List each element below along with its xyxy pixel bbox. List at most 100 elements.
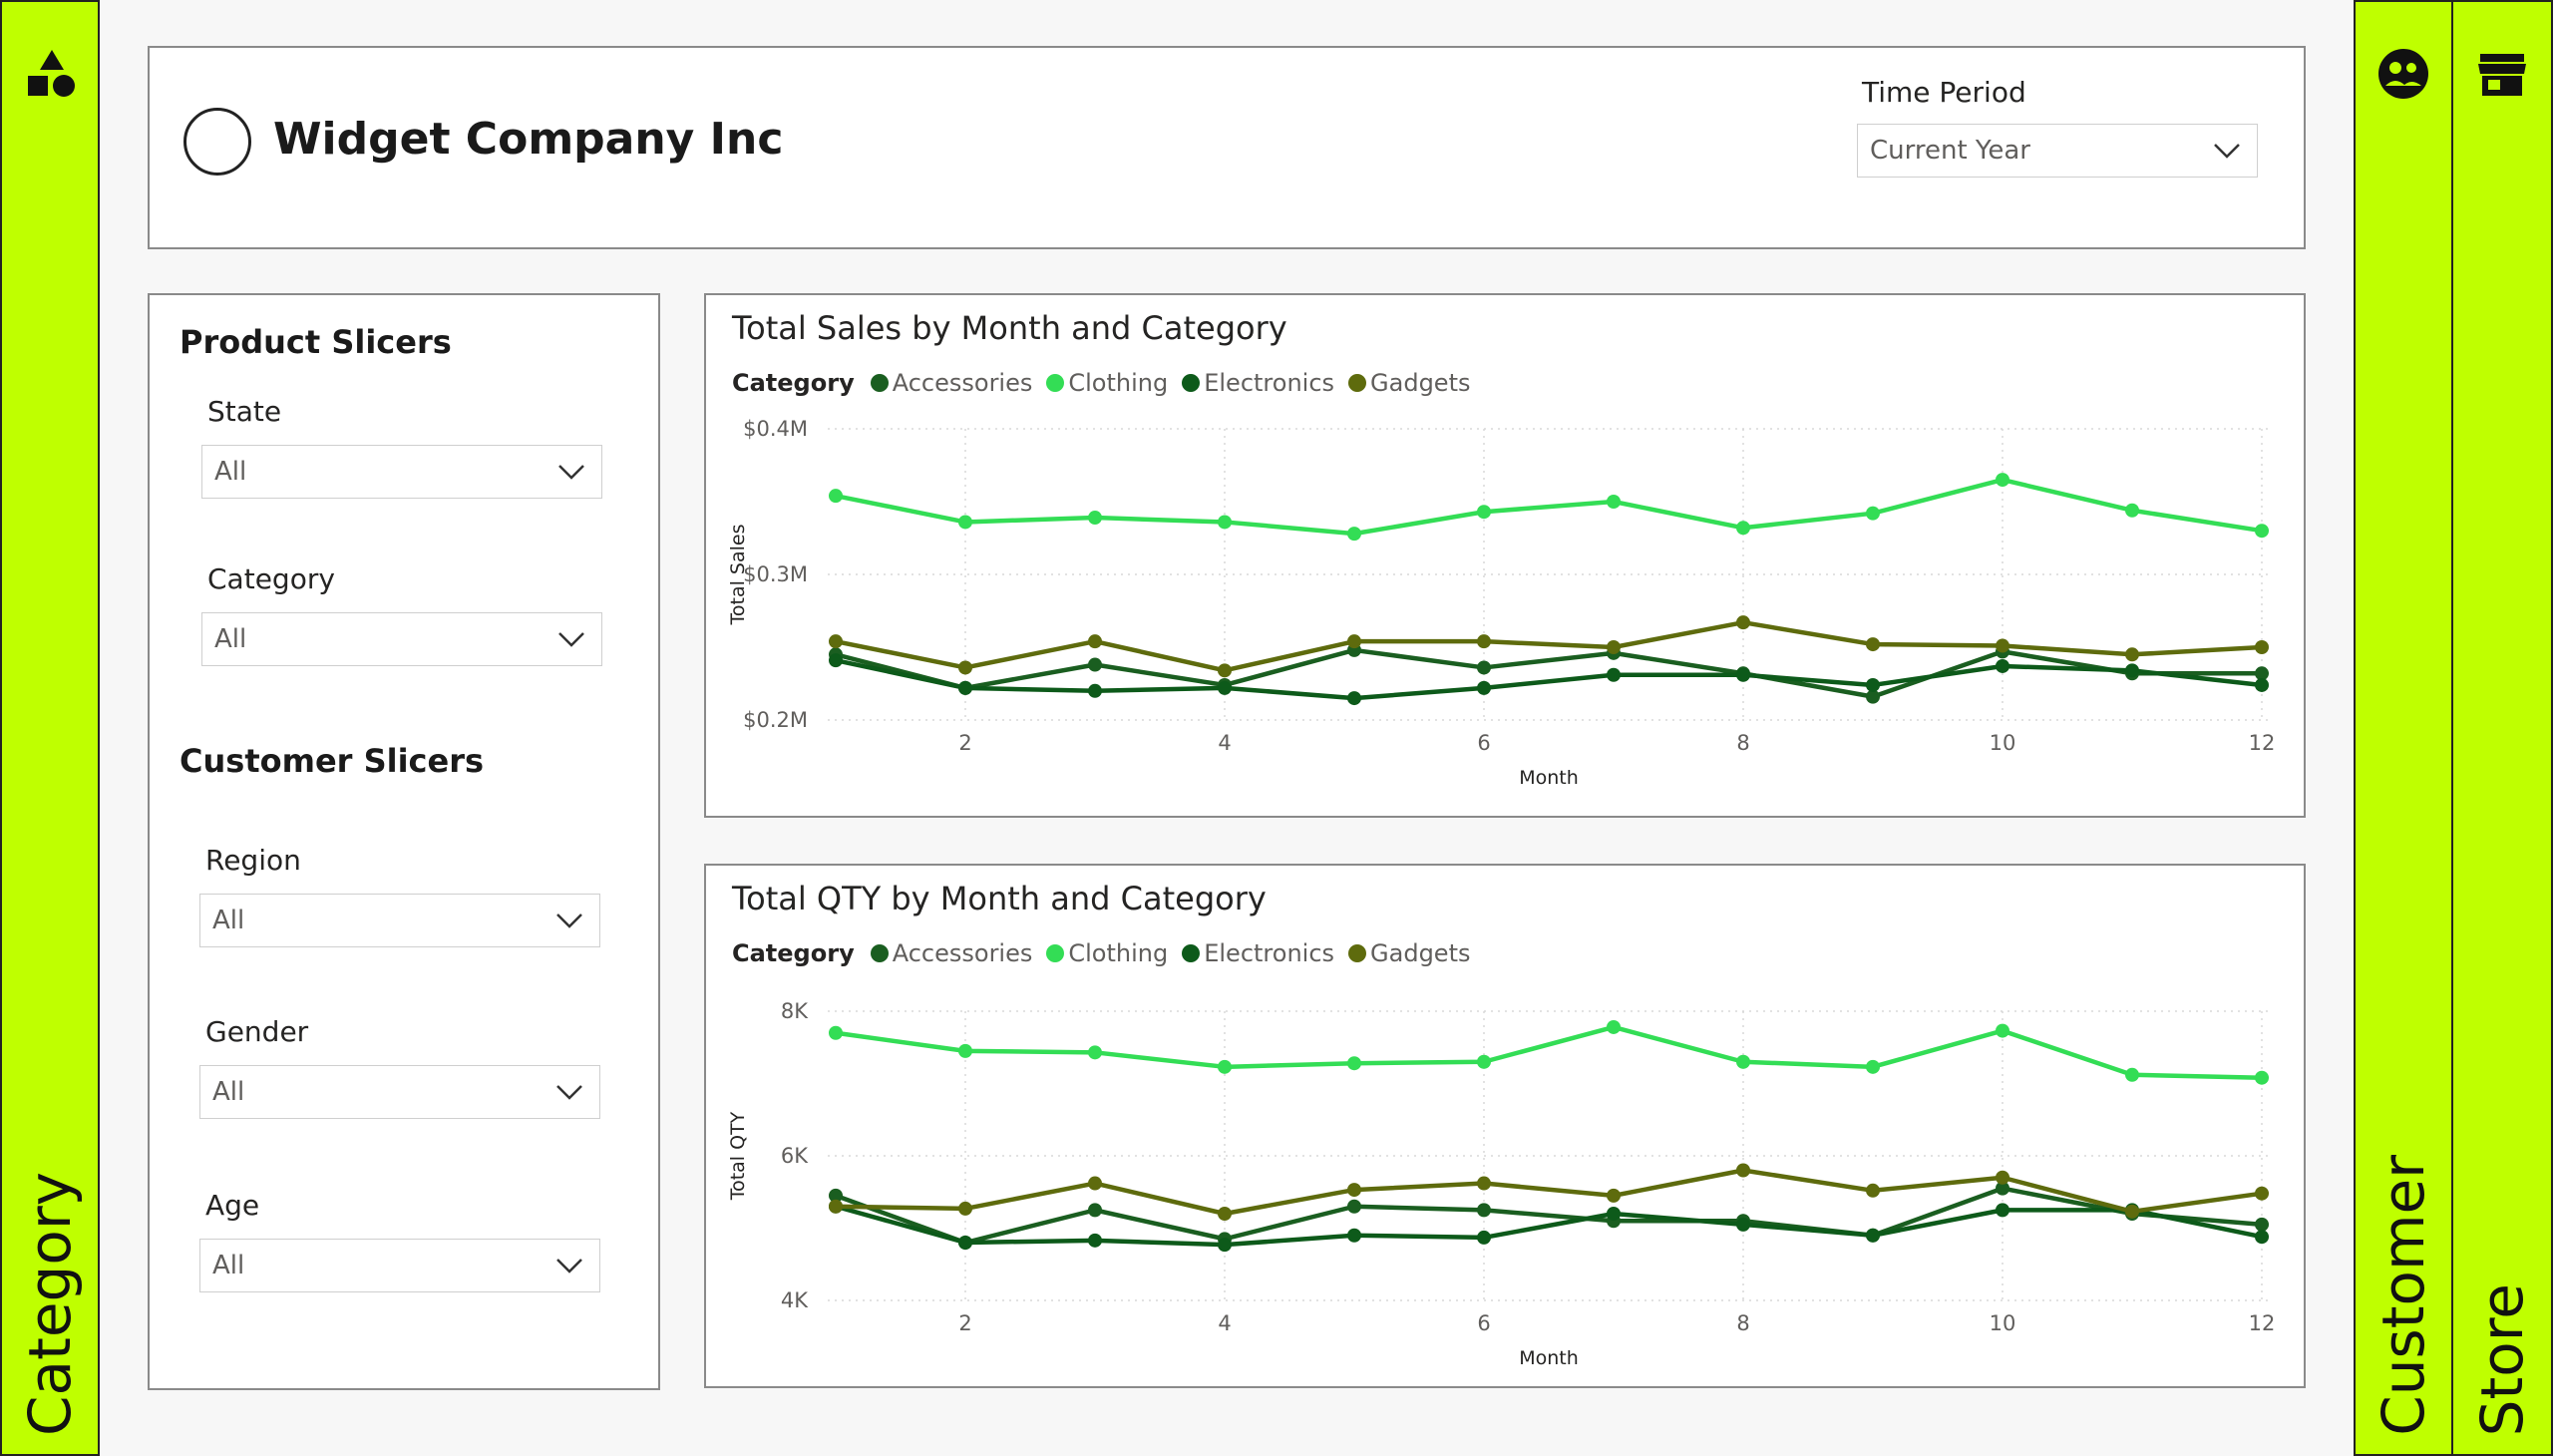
region-dropdown[interactable]: All — [199, 894, 600, 947]
data-point-accessories — [1477, 660, 1491, 675]
nav-bar-category[interactable]: Category — [0, 0, 100, 1456]
data-point-electronics — [829, 653, 843, 668]
category-dropdown[interactable]: All — [201, 612, 602, 666]
age-label: Age — [205, 1189, 260, 1222]
data-point-clothing — [1736, 1054, 1750, 1069]
legend-dot — [1182, 944, 1201, 962]
data-point-electronics — [2255, 1230, 2269, 1245]
data-point-clothing — [1218, 515, 1232, 530]
gender-dropdown[interactable]: All — [199, 1065, 600, 1119]
data-point-electronics — [1866, 1228, 1880, 1243]
data-point-electronics — [1607, 667, 1621, 682]
header-panel: Widget Company Inc Time Period Current Y… — [148, 46, 2306, 249]
data-point-gadgets — [1607, 1188, 1621, 1203]
nav-bar-customer[interactable]: Customer — [2354, 0, 2453, 1456]
nav-bar-store[interactable]: Store — [2451, 0, 2553, 1456]
legend-item-gadgets[interactable]: Gadgets — [1348, 939, 1470, 967]
data-point-gadgets — [1866, 637, 1880, 652]
data-point-gadgets — [1866, 1183, 1880, 1198]
data-point-electronics — [958, 680, 972, 695]
category-value: All — [214, 624, 247, 654]
data-point-clothing — [1218, 1059, 1232, 1074]
data-point-gadgets — [1607, 640, 1621, 654]
company-logo — [183, 108, 251, 176]
age-dropdown[interactable]: All — [199, 1239, 600, 1292]
chevron-down-icon — [556, 1085, 582, 1100]
data-point-clothing — [1088, 511, 1102, 526]
chevron-down-icon — [556, 1259, 582, 1274]
x-tick-label: 12 — [2249, 1311, 2276, 1335]
data-point-gadgets — [1477, 634, 1491, 649]
series-line-clothing — [835, 1024, 2263, 1080]
product-slicers-title: Product Slicers — [180, 323, 452, 361]
series-line-clothing — [835, 477, 2263, 537]
data-point-gadgets — [1218, 663, 1232, 678]
data-point-clothing — [958, 1043, 972, 1058]
legend-item-electronics[interactable]: Electronics — [1182, 939, 1334, 967]
x-tick-label: 2 — [958, 731, 971, 755]
legend-item-gadgets[interactable]: Gadgets — [1348, 369, 1470, 397]
category-label: Category — [207, 562, 335, 595]
data-point-gadgets — [1088, 1176, 1102, 1191]
data-point-clothing — [1996, 1023, 2009, 1038]
legend-label: Clothing — [1068, 939, 1169, 967]
sales-chart-title: Total Sales by Month and Category — [732, 309, 1287, 347]
data-point-gadgets — [1996, 1170, 2009, 1185]
data-point-gadgets — [1347, 634, 1361, 649]
data-point-gadgets — [958, 1201, 972, 1216]
legend-item-electronics[interactable]: Electronics — [1182, 369, 1334, 397]
data-point-gadgets — [1736, 615, 1750, 630]
data-point-electronics — [1218, 680, 1232, 695]
data-point-electronics — [1866, 677, 1880, 692]
chevron-down-icon — [556, 913, 582, 928]
y-tick-label: 8K — [781, 999, 809, 1023]
chevron-down-icon — [558, 632, 584, 647]
data-point-clothing — [1996, 473, 2009, 488]
data-point-electronics — [1218, 1238, 1232, 1253]
data-point-gadgets — [2125, 647, 2139, 662]
nav-label-store: Store — [2468, 1282, 2536, 1436]
data-point-electronics — [1347, 691, 1361, 706]
data-point-gadgets — [958, 660, 972, 675]
age-value: All — [212, 1251, 245, 1280]
shapes-icon — [28, 50, 75, 97]
x-tick-label: 10 — [1990, 731, 2016, 755]
state-dropdown[interactable]: All — [201, 445, 602, 499]
legend-item-accessories[interactable]: Accessories — [870, 939, 1032, 967]
y-axis-title: Total Sales — [727, 525, 749, 626]
legend-label: Gadgets — [1370, 369, 1471, 397]
data-point-clothing — [1347, 527, 1361, 542]
data-point-clothing — [2255, 524, 2269, 539]
time-period-dropdown[interactable]: Current Year — [1857, 124, 2258, 178]
company-title: Widget Company Inc — [273, 114, 784, 165]
legend-item-accessories[interactable]: Accessories — [870, 369, 1032, 397]
x-tick-label: 2 — [958, 1311, 971, 1335]
legend-label: Electronics — [1204, 369, 1335, 397]
chevron-down-icon — [558, 465, 584, 480]
legend-title: Category — [732, 369, 855, 397]
qty-chart-panel: 4K 6K 8K 2 4 6 8 10 12 Month Total QTY Total QTY b… — [704, 864, 2306, 1388]
qty-chart-legend: Category Accessories Clothing Electronic… — [732, 939, 1478, 967]
y-tick-label: $0.4M — [743, 417, 808, 441]
data-point-clothing — [1088, 1045, 1102, 1060]
legend-label: Electronics — [1204, 939, 1335, 967]
legend-dot — [1348, 944, 1367, 962]
legend-dot — [1182, 374, 1201, 392]
gender-value: All — [212, 1077, 245, 1107]
legend-item-clothing[interactable]: Clothing — [1046, 939, 1168, 967]
legend-item-clothing[interactable]: Clothing — [1046, 369, 1168, 397]
data-point-electronics — [1736, 667, 1750, 682]
x-axis-title: Month — [1519, 767, 1579, 789]
data-point-gadgets — [1347, 1183, 1361, 1198]
x-tick-label: 8 — [1736, 1311, 1749, 1335]
legend-label: Clothing — [1068, 369, 1169, 397]
legend-dot — [1046, 374, 1065, 392]
series-line-gadgets — [835, 619, 2263, 673]
data-point-gadgets — [1477, 1176, 1491, 1191]
series-line-gadgets — [835, 1168, 2263, 1217]
series-line-electronics — [835, 1204, 2263, 1248]
region-label: Region — [205, 844, 301, 877]
state-label: State — [207, 395, 282, 428]
data-point-gadgets — [829, 634, 843, 649]
series-line-electronics — [835, 657, 2263, 701]
